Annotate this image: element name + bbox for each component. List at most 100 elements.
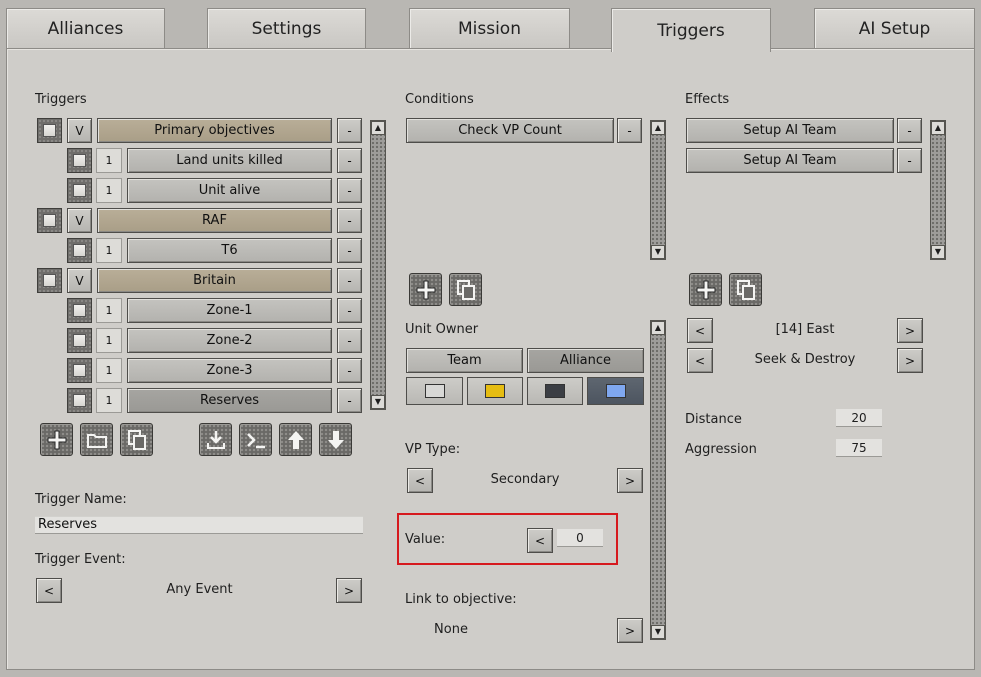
copy-trigger-button[interactable] (120, 423, 153, 456)
trigger-group[interactable]: Primary objectives (97, 118, 332, 143)
effect-item[interactable]: Setup AI Team (686, 118, 894, 143)
order-prev-button[interactable]: < (687, 348, 713, 373)
scroll-up-icon[interactable]: ▲ (931, 121, 945, 135)
trigger-checkbox[interactable] (67, 298, 92, 323)
scroll-down-icon[interactable]: ▼ (931, 245, 945, 259)
tab-triggers[interactable]: Triggers (611, 8, 771, 52)
unit-owner-label: Unit Owner (405, 322, 479, 337)
trigger-count: 1 (96, 358, 122, 383)
tab-alliances[interactable]: Alliances (6, 8, 165, 48)
remove-trigger-button[interactable]: - (337, 328, 362, 353)
trigger-group-toggle[interactable]: V (67, 268, 92, 293)
trigger-event-next-button[interactable]: > (336, 578, 362, 603)
trigger-item[interactable]: Zone-1 (127, 298, 332, 323)
checkbox-box (43, 214, 56, 227)
tab-mission[interactable]: Mission (409, 8, 570, 48)
aggression-label: Aggression (685, 442, 757, 457)
trigger-event-prev-button[interactable]: < (36, 578, 62, 603)
scroll-up-icon[interactable]: ▲ (651, 321, 665, 335)
trigger-name-input[interactable]: Reserves (35, 516, 363, 534)
color-white-button[interactable] (406, 377, 463, 405)
scroll-down-icon[interactable]: ▼ (371, 395, 385, 409)
trigger-event-label: Trigger Event: (35, 552, 126, 567)
trigger-item[interactable]: T6 (127, 238, 332, 263)
remove-trigger-button[interactable]: - (337, 388, 362, 413)
trigger-checkbox[interactable] (67, 328, 92, 353)
triggers-title: Triggers (35, 92, 87, 107)
trigger-checkbox[interactable] (37, 208, 62, 233)
trigger-name-label: Trigger Name: (35, 492, 127, 507)
scroll-up-icon[interactable]: ▲ (651, 121, 665, 135)
trigger-checkbox[interactable] (67, 358, 92, 383)
aggression-input[interactable]: 75 (836, 439, 882, 457)
trigger-group-toggle[interactable]: V (67, 118, 92, 143)
script-button[interactable] (239, 423, 272, 456)
trigger-group[interactable]: Britain (97, 268, 332, 293)
remove-trigger-button[interactable]: - (337, 238, 362, 263)
team-next-button[interactable]: > (897, 318, 923, 343)
link-objective-label: Link to objective: (405, 592, 517, 607)
scroll-down-icon[interactable]: ▼ (651, 245, 665, 259)
distance-input[interactable]: 20 (836, 409, 882, 427)
trigger-checkbox[interactable] (67, 178, 92, 203)
move-up-button[interactable] (279, 423, 312, 456)
remove-trigger-button[interactable]: - (337, 148, 362, 173)
trigger-item[interactable]: Zone-3 (127, 358, 332, 383)
copy-icon (456, 279, 475, 300)
scroll-down-icon[interactable]: ▼ (651, 625, 665, 639)
copy-effect-button[interactable] (729, 273, 762, 306)
trigger-checkbox[interactable] (67, 148, 92, 173)
trigger-group[interactable]: RAF (97, 208, 332, 233)
remove-trigger-button[interactable]: - (337, 208, 362, 233)
order-next-button[interactable]: > (897, 348, 923, 373)
remove-trigger-button[interactable]: - (337, 178, 362, 203)
remove-trigger-button[interactable]: - (337, 298, 362, 323)
add-folder-button[interactable] (80, 423, 113, 456)
add-condition-button[interactable] (409, 273, 442, 306)
checkbox-box (73, 334, 86, 347)
condition-item[interactable]: Check VP Count (406, 118, 614, 143)
trigger-item[interactable]: Reserves (127, 388, 332, 413)
remove-condition-button[interactable]: - (617, 118, 642, 143)
owner-alliance-button[interactable]: Alliance (527, 348, 644, 373)
trigger-checkbox[interactable] (67, 238, 92, 263)
condition-details-scrollbar[interactable]: ▲ ▼ (650, 320, 666, 640)
trigger-item[interactable]: Land units killed (127, 148, 332, 173)
remove-effect-button[interactable]: - (897, 118, 922, 143)
remove-trigger-button[interactable]: - (337, 268, 362, 293)
trigger-count: 1 (96, 238, 122, 263)
import-trigger-button[interactable] (199, 423, 232, 456)
color-dark-button[interactable] (527, 377, 583, 405)
remove-trigger-button[interactable]: - (337, 358, 362, 383)
tab-settings[interactable]: Settings (207, 8, 366, 48)
effects-scrollbar[interactable]: ▲ ▼ (930, 120, 946, 260)
link-objective-next-button[interactable]: > (617, 618, 643, 643)
scroll-up-icon[interactable]: ▲ (371, 121, 385, 135)
tab-ai-setup[interactable]: AI Setup (814, 8, 975, 48)
trigger-item[interactable]: Zone-2 (127, 328, 332, 353)
vp-type-prev-button[interactable]: < (407, 468, 433, 493)
color-yellow-button[interactable] (467, 377, 523, 405)
move-down-button[interactable] (319, 423, 352, 456)
copy-condition-button[interactable] (449, 273, 482, 306)
remove-effect-button[interactable]: - (897, 148, 922, 173)
terminal-icon (246, 432, 265, 448)
conditions-scrollbar[interactable]: ▲ ▼ (650, 120, 666, 260)
trigger-checkbox[interactable] (37, 268, 62, 293)
trigger-checkbox[interactable] (67, 388, 92, 413)
color-swatch (545, 384, 565, 398)
effect-item[interactable]: Setup AI Team (686, 148, 894, 173)
trigger-list-scrollbar[interactable]: ▲ ▼ (370, 120, 386, 410)
owner-team-button[interactable]: Team (406, 348, 523, 373)
vp-type-next-button[interactable]: > (617, 468, 643, 493)
add-effect-button[interactable] (689, 273, 722, 306)
remove-trigger-button[interactable]: - (337, 118, 362, 143)
effects-title: Effects (685, 92, 730, 107)
link-objective-value: None (434, 622, 468, 637)
team-prev-button[interactable]: < (687, 318, 713, 343)
trigger-group-toggle[interactable]: V (67, 208, 92, 233)
trigger-item[interactable]: Unit alive (127, 178, 332, 203)
color-blue-button[interactable] (587, 377, 644, 405)
trigger-checkbox[interactable] (37, 118, 62, 143)
add-trigger-button[interactable] (40, 423, 73, 456)
